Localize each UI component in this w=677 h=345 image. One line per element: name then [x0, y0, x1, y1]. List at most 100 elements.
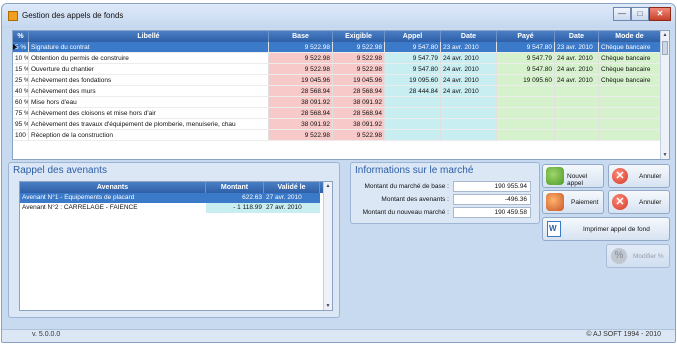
app-icon	[8, 11, 18, 21]
column-header-base[interactable]: Base	[269, 31, 333, 42]
column-header-exig[interactable]: Exigible	[333, 31, 385, 42]
table-row[interactable]: 15 % Ouverture du chantier 9 522.98 9 522.9…	[13, 64, 661, 75]
maximize-button[interactable]: □	[631, 7, 649, 21]
avenant-cell-date: 27 avr. 2010	[264, 203, 320, 213]
annuler-appel-button[interactable]: ✕ Annuler	[608, 164, 670, 188]
cell-paye: 9 547.79	[497, 53, 555, 64]
table-row[interactable]: 100 %Réception de la construction9 522.9…	[13, 130, 661, 141]
cell-label: Mise hors d'eau	[29, 97, 269, 108]
avenant-header-name[interactable]: Avenants	[20, 182, 206, 193]
modifier-label: Modifier %	[633, 253, 664, 260]
scroll-up-arrow-icon[interactable]: ▲	[324, 182, 332, 190]
marche-field-label: Montant des avenants :	[381, 196, 449, 203]
cell-appel: 9 547.80	[385, 42, 441, 53]
cell-base: 19 045.96	[269, 75, 333, 86]
avenants-grid[interactable]: Avenants Montant Validé le Avenant N°1 - E…	[19, 181, 333, 311]
table-row[interactable]: 10 % Obtention du permis de construire 9 5…	[13, 53, 661, 64]
cell-appel	[385, 97, 441, 108]
cell-date: 24 avr. 2010	[441, 64, 497, 75]
grid-header: % Libellé Base Exigible Appel Date Payé Date Mod…	[13, 31, 661, 51]
window-title: Gestion des appels de fonds	[22, 11, 124, 20]
column-header-mode[interactable]: Mode de paiement	[599, 31, 661, 51]
table-row[interactable]: 5 % Signature du contrat 9 522.98 9 522.98 9…	[13, 42, 661, 53]
cancel-icon: ✕	[612, 168, 628, 184]
marche-field-value[interactable]: -496.36	[453, 194, 531, 205]
avenant-row[interactable]: Avenant N°1 - Equipements de placard 622.…	[20, 193, 324, 203]
cell-mode: Chèque bancaire	[599, 53, 661, 64]
avenants-scrollbar[interactable]: ▲ ▼	[323, 182, 332, 310]
cell-pct: 40 %	[13, 86, 29, 97]
cell-exig: 28 568.94	[333, 108, 385, 119]
scroll-down-arrow-icon[interactable]: ▼	[661, 151, 669, 159]
cell-appel	[385, 119, 441, 130]
cell-label: Achèvement des cloisons et mise hors d'a…	[29, 108, 269, 119]
column-header-paye[interactable]: Payé	[497, 31, 555, 42]
cell-appel: 9 547.79	[385, 53, 441, 64]
avenant-header-date[interactable]: Validé le	[264, 182, 320, 193]
cell-mode: Chèque bancaire	[599, 75, 661, 86]
close-button[interactable]: ✕	[649, 7, 671, 21]
cell-label: Achèvement des travaux d'équipement de p…	[29, 119, 269, 130]
cell-exig: 19 045.96	[333, 75, 385, 86]
cell-paye	[497, 97, 555, 108]
cell-base: 9 522.98	[269, 130, 333, 141]
cell-paye	[497, 86, 555, 97]
marche-title: Informations sur le marché	[355, 165, 474, 176]
annuler-label: Annuler	[639, 173, 662, 180]
copyright-text: © AJ SOFT 1994 - 2010	[586, 331, 661, 338]
cell-exig: 38 091.92	[333, 97, 385, 108]
marche-field-label: Montant du marché de base :	[364, 183, 449, 190]
column-header-appel[interactable]: Appel	[385, 31, 441, 42]
grid-scrollbar[interactable]: ▲ ▼	[660, 31, 669, 159]
cell-mode	[599, 119, 661, 130]
cell-exig: 28 568.94	[333, 86, 385, 97]
cell-date	[441, 119, 497, 130]
modifier-button[interactable]: % Modifier %	[606, 244, 670, 268]
table-row[interactable]: 95 % Achèvement des travaux d'équipement …	[13, 119, 661, 130]
table-row[interactable]: 40 % Achèvement des murs 28 568.94 28 568.9…	[13, 86, 661, 97]
cell-date2: 24 avr. 2010	[555, 64, 599, 75]
marche-field-value[interactable]: 190 955.94	[453, 181, 531, 192]
scroll-thumb[interactable]	[662, 41, 668, 55]
avenant-header-amount[interactable]: Montant	[206, 182, 264, 193]
marche-field-row: Montant du nouveau marché : 190 459.58	[355, 207, 537, 219]
cell-date2	[555, 119, 599, 130]
marche-field-label: Montant du nouveau marché :	[362, 209, 449, 216]
annuler-paiement-button[interactable]: ✕ Annuler	[608, 190, 670, 214]
cell-paye: 19 095.60	[497, 75, 555, 86]
table-row[interactable]: 25 % Achèvement des fondations 19 045.96 19…	[13, 75, 661, 86]
column-header-pct[interactable]: %	[13, 31, 29, 42]
imprimer-button[interactable]: Imprimer appel de fond	[542, 217, 670, 241]
scroll-down-arrow-icon[interactable]: ▼	[324, 302, 332, 310]
table-row[interactable]: 60 % Mise hors d'eau 38 091.92 38 091.92	[13, 97, 661, 108]
cell-exig: 38 091.92	[333, 119, 385, 130]
cell-base: 38 091.92	[269, 119, 333, 130]
cell-mode: Chèque bancaire	[599, 64, 661, 75]
scroll-up-arrow-icon[interactable]: ▲	[661, 31, 669, 39]
cell-appel: 19 095.60	[385, 75, 441, 86]
avenants-header: Avenants Montant Validé le	[20, 182, 324, 193]
column-header-date[interactable]: Date	[441, 31, 497, 42]
word-document-icon	[547, 221, 561, 237]
cell-date	[441, 130, 497, 141]
cell-date	[441, 108, 497, 119]
cell-exig: 9 522.98	[333, 130, 385, 141]
cell-date2	[555, 97, 599, 108]
paiement-button[interactable]: Paiement	[542, 190, 604, 214]
money-bag-icon	[546, 167, 564, 185]
cell-pct: 25 %	[13, 75, 29, 86]
marche-field-value[interactable]: 190 459.58	[453, 207, 531, 218]
cell-paye	[497, 119, 555, 130]
percent-icon: %	[611, 248, 627, 264]
column-header-label[interactable]: Libellé	[29, 31, 269, 42]
appels-grid[interactable]: % Libellé Base Exigible Appel Date Payé Date Mod…	[12, 30, 670, 160]
nouvel-appel-button[interactable]: Nouvel appel	[542, 164, 604, 188]
avenant-row[interactable]: Avenant N°2 : CARRELAGE - FAIENCE - 1 118…	[20, 203, 324, 213]
column-header-date2[interactable]: Date	[555, 31, 599, 42]
cell-pct: 95 %	[13, 119, 29, 130]
table-row[interactable]: 75 % Achèvement des cloisons et mise hors…	[13, 108, 661, 119]
nouvel-appel-label: Nouvel appel	[567, 173, 588, 187]
cell-base: 28 568.94	[269, 86, 333, 97]
current-row-indicator-icon	[13, 44, 17, 50]
minimize-button[interactable]: —	[613, 7, 631, 21]
